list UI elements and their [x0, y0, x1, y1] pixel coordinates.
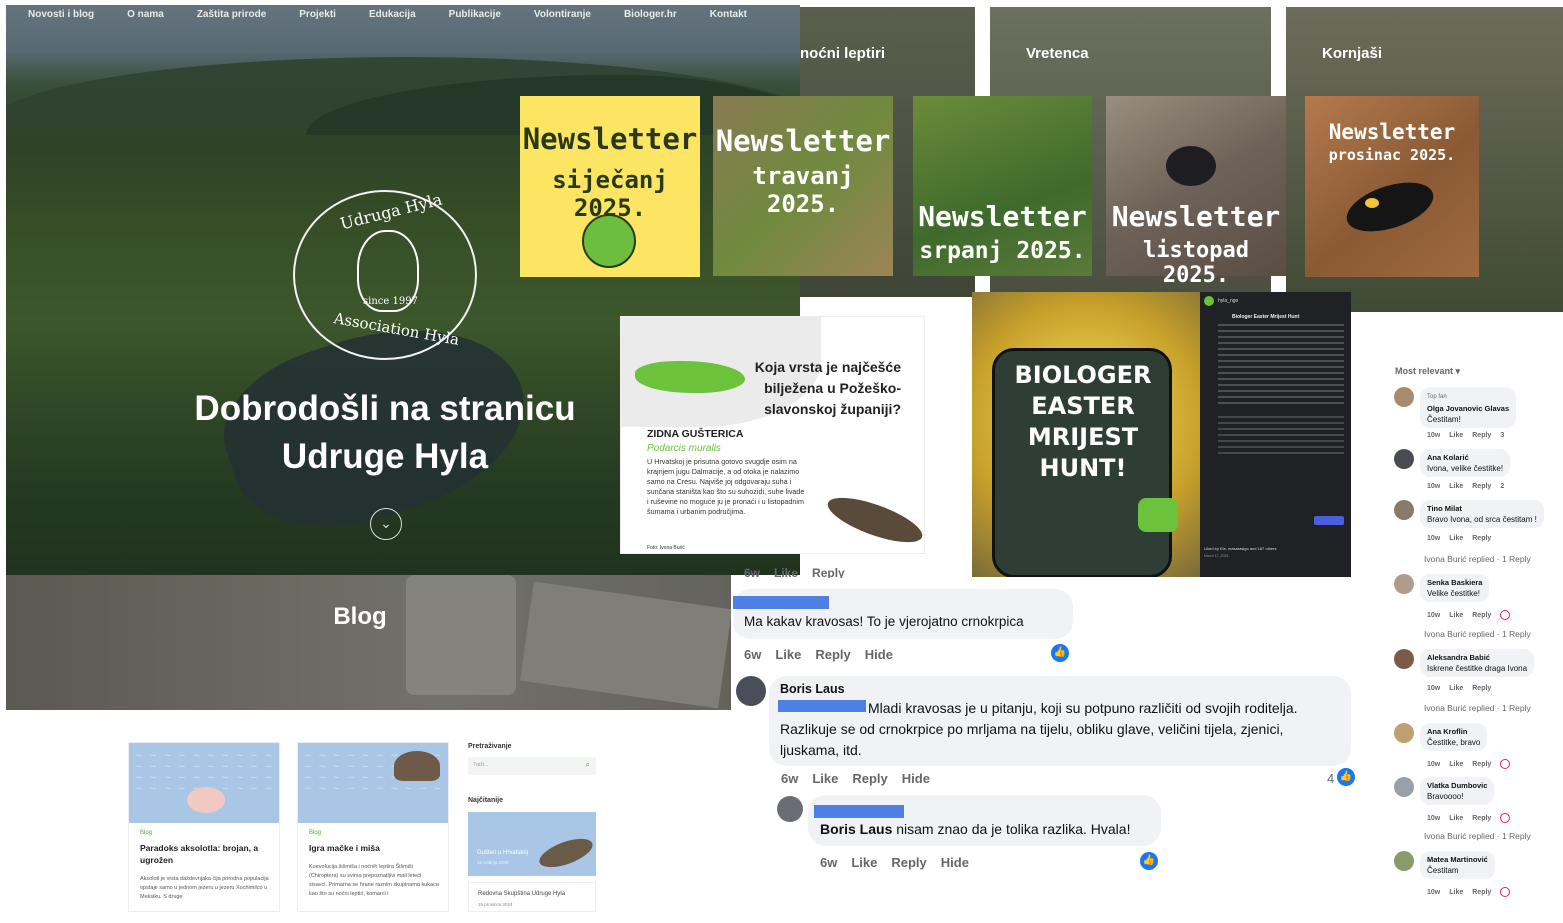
- egg-icon: [1138, 498, 1178, 532]
- card-excerpt: Aksolotl je vrsta daždevnjaka čija priro…: [140, 876, 269, 900]
- card-category[interactable]: Blog: [140, 830, 279, 836]
- nav-item[interactable]: Volontiranje: [534, 9, 591, 20]
- comment-text: Boris Laus nisam znao da je tolika razli…: [820, 821, 1131, 837]
- blog-banner: [6, 575, 731, 710]
- blog-title: Blog: [333, 603, 387, 630]
- reply-link[interactable]: Ivona Burić replied · 1 Reply: [1424, 703, 1531, 713]
- comment-text: Mladi kravosas je u pitanju, koji su pot…: [780, 700, 1298, 758]
- blog-card[interactable]: ~ ~ ~ ~ ~ ~ ~ ~ ~ ~ ~ ~ ~ ~ ~ ~ ~ ~ ~ ~ …: [297, 742, 449, 912]
- lizard-post[interactable]: Koja vrsta je najčešće bilježena u Požeš…: [620, 316, 925, 554]
- comment-item: Tino Milat Bravo Ivona, od srca čestitam …: [1394, 500, 1563, 572]
- easter-title: BIOLOGER EASTER MRIJEST HUNT!: [1014, 361, 1152, 482]
- comment-text: Ma kakav kravosas! To je vjerojatno crno…: [744, 614, 1024, 629]
- avatar: [1394, 723, 1414, 743]
- search-input[interactable]: Traži... ⌕: [468, 757, 596, 775]
- lizard-photo: [822, 488, 924, 552]
- redacted-name: [814, 805, 904, 818]
- nav-item[interactable]: Kontakt: [710, 9, 747, 20]
- species-text: U Hrvatskoj je prisutna gotovo svugdje o…: [647, 457, 805, 516]
- comment-actions: 6w Like Reply Hide: [820, 855, 969, 870]
- sort-dropdown[interactable]: Most relevant ▾: [1395, 366, 1460, 377]
- nav-item[interactable]: Novosti i blog: [28, 9, 94, 20]
- latest-post-title[interactable]: Gušteri u Hrvatskoj: [477, 850, 528, 856]
- comment-bubble: Boris Laus Mladi kravosas je u pitanju, …: [769, 676, 1351, 766]
- chevron-down-icon[interactable]: ⌄: [370, 508, 402, 540]
- card-excerpt: Koevolucija šišmiša i noćnih leptira Šiš…: [309, 864, 439, 897]
- nav-item[interactable]: Publikacije: [449, 9, 501, 20]
- avatar: [777, 796, 803, 822]
- welcome-heading: Dobrodošli na stranicu Udruge Hyla: [194, 389, 576, 476]
- avatar: [1394, 387, 1414, 407]
- nav-item[interactable]: Biologer.hr: [624, 9, 677, 20]
- instagram-panel: hyla_ngo Biologer Easter Mrijest Hunt Li…: [1200, 292, 1351, 577]
- reaction-count[interactable]: 4: [1327, 771, 1334, 786]
- comment-item: Matea Martinović Čestitam 10w Like Reply: [1394, 851, 1563, 923]
- heart-icon: [1500, 759, 1511, 769]
- hyla-badge-icon: [582, 214, 636, 268]
- nav-item[interactable]: Edukacija: [369, 9, 416, 20]
- mention-link[interactable]: Boris Laus: [820, 821, 892, 837]
- nav-item[interactable]: Zaštita prirode: [197, 9, 266, 20]
- redacted-name: [733, 596, 829, 609]
- reply-link[interactable]: Ivona Burić replied · 1 Reply: [1424, 554, 1531, 564]
- avatar: [1394, 500, 1414, 520]
- newsletter-april[interactable]: Newsletter travanj 2025.: [713, 96, 893, 276]
- latest-post-date: 15 prosinca 2024: [478, 902, 513, 907]
- like-reaction-icon[interactable]: 👍: [1337, 768, 1355, 786]
- heart-icon: [1500, 887, 1511, 897]
- comment-bubble: Boris Laus nisam znao da je tolika razli…: [808, 795, 1161, 846]
- like-reaction-icon[interactable]: 👍: [1051, 644, 1069, 662]
- card-title[interactable]: Igra mačke i miša: [309, 842, 439, 854]
- newsletter-january[interactable]: Newsletter siječanj 2025.: [520, 96, 700, 277]
- avatar: [1394, 851, 1414, 871]
- nav-item[interactable]: Projekti: [299, 9, 336, 20]
- comment-item: Senka Baskiera Velike čestitke! 10w Like Re…: [1394, 574, 1563, 646]
- sidebar-search-label: Pretraživanje: [468, 743, 512, 750]
- post-question: Koja vrsta je najčešće bilježena u Požeš…: [754, 359, 901, 417]
- blog-card[interactable]: ~ ~ ~ ~ ~ ~ ~ ~ ~ ~ ~ ~ ~ ~ ~ ~ ~ ~ ~ ~ …: [128, 742, 280, 912]
- avatar: [1204, 296, 1214, 306]
- avatar: [1394, 649, 1414, 669]
- sidebar-latest-label: Najčitanije: [468, 797, 504, 804]
- avatar: [1394, 777, 1414, 797]
- account-name[interactable]: hyla_ngo: [1218, 298, 1238, 304]
- newsletter-december[interactable]: Newsletter prosinac 2025.: [1305, 96, 1479, 277]
- post-date: March 17, 2025: [1204, 554, 1229, 558]
- hyla-logo: Udruga Hyla since 1997 Association Hyla: [293, 190, 477, 360]
- reply-link[interactable]: Ivona Burić replied · 1 Reply: [1424, 629, 1531, 639]
- latest-post-date: 15 svibnja 2025: [477, 860, 509, 865]
- card-title[interactable]: Paradoks aksolotla: brojan, a ugrožen: [140, 842, 270, 866]
- photo-credit: Foto: Ivona Burić: [647, 545, 685, 551]
- species-label: Vretenca: [1026, 45, 1089, 62]
- comment-author[interactable]: Boris Laus: [780, 682, 845, 696]
- newsletter-july[interactable]: Newsletter srpanj 2025.: [913, 96, 1092, 276]
- likes-text: Liked by Ele, masarasigo and 187 others: [1204, 546, 1277, 551]
- caption-head: Biologer Easter Mrijest Hunt: [1232, 314, 1300, 320]
- card-category[interactable]: Blog: [309, 830, 448, 836]
- species-label: noćni leptiri: [800, 45, 886, 62]
- easter-post-image[interactable]: BIOLOGER EASTER MRIJEST HUNT!: [972, 292, 1200, 577]
- nav-item[interactable]: O nama: [127, 9, 164, 20]
- heart-icon: [1500, 813, 1511, 823]
- like-reaction-icon[interactable]: 👍: [1140, 852, 1158, 870]
- newsletter-october[interactable]: Newsletter listopad 2025.: [1106, 96, 1286, 288]
- comment-actions: 6w Like Reply Hide: [744, 647, 893, 662]
- avatar: [1394, 574, 1414, 594]
- comment-actions: 6w Like Reply Hide: [781, 771, 930, 786]
- species-latin: Podarcis muralis: [647, 443, 721, 454]
- search-icon[interactable]: ⌕: [586, 760, 590, 770]
- comment-bubble: Ma kakav kravosas! To je vjerojatno crno…: [733, 589, 1073, 639]
- avatar: [1394, 449, 1414, 469]
- species-label: Kornjaši: [1322, 45, 1383, 62]
- heart-icon: [1500, 610, 1511, 620]
- avatar: [736, 676, 766, 706]
- species-name: ZIDNA GUŠTERICA: [647, 428, 744, 440]
- comment-item: Aleksandra Babić Iskrene čestitke draga I…: [1394, 649, 1563, 721]
- comment-meta-cut: 6w Like Reply: [744, 566, 845, 578]
- latest-post-card[interactable]: Gušteri u Hrvatskoj 15 svibnja 2025: [468, 812, 596, 876]
- latest-post-title[interactable]: Redovna Skupština Udruge Hyla: [478, 891, 565, 897]
- comment-item: Vlatka Dumbovic Bravoooo! 10w Like Reply Iv…: [1394, 777, 1563, 849]
- main-nav: Novosti i blog O nama Zaštita prirode Pr…: [28, 9, 780, 20]
- reply-link[interactable]: Ivona Burić replied · 1 Reply: [1424, 831, 1531, 841]
